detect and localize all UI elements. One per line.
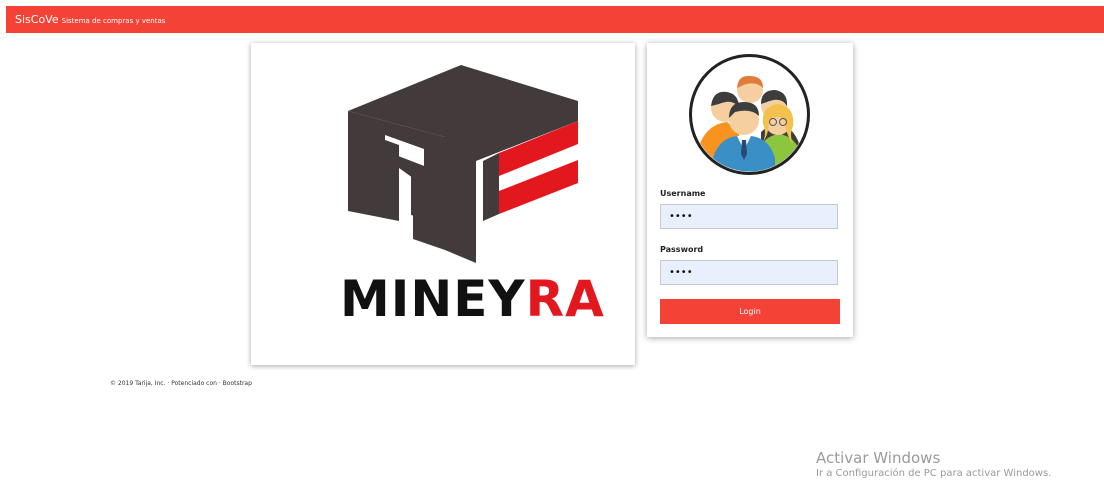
- footer-text: © 2019 Tarija, Inc. · Potenciado con · B…: [110, 380, 252, 387]
- password-input[interactable]: [660, 260, 838, 285]
- login-button[interactable]: Login: [660, 299, 840, 324]
- users-group-icon: [689, 54, 810, 175]
- logo-word-dark: MINEY: [340, 270, 526, 328]
- activation-subtitle: Ir a Configuración de PC para activar Wi…: [816, 468, 1052, 479]
- brand-name: SisCoVe: [15, 13, 59, 26]
- brand-subtitle: Sistema de compras y ventas: [61, 17, 166, 25]
- windows-activation-watermark: Activar Windows Ir a Configuración de PC…: [816, 449, 1051, 481]
- logo-word-red: RA: [525, 270, 605, 328]
- password-label: Password: [660, 245, 704, 254]
- activation-title: Activar Windows: [816, 449, 941, 467]
- top-navbar: SisCoVe Sistema de compras y ventas: [6, 6, 1104, 33]
- username-label: Username: [660, 189, 706, 198]
- username-input[interactable]: [660, 204, 838, 229]
- brand-link[interactable]: SisCoVe Sistema de compras y ventas: [15, 13, 165, 26]
- company-logo-wordmark: MINEYRA: [340, 274, 605, 324]
- login-card: Username Password Login: [647, 43, 853, 337]
- company-logo-card: MINEYRA: [251, 43, 635, 365]
